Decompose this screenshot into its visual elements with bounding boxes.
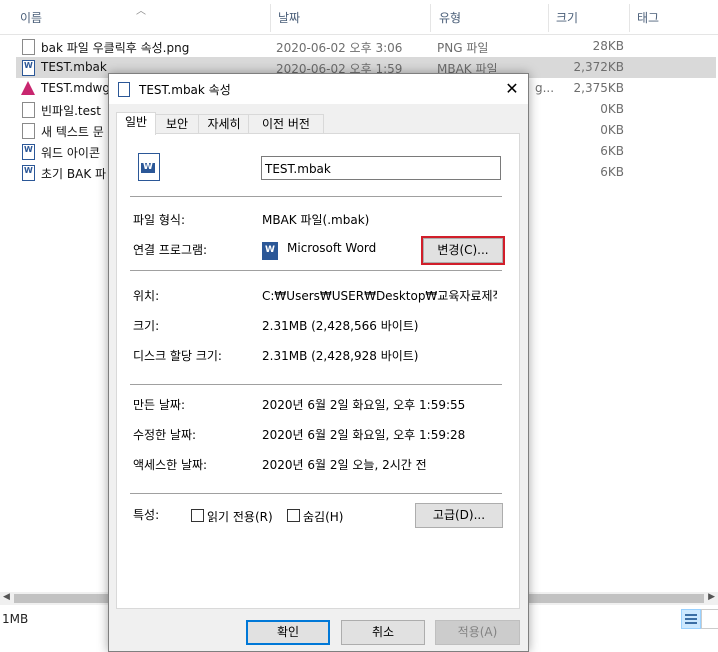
modified-value: 2020년 6월 2일 화요일, 오후 1:59:28 <box>262 428 466 442</box>
tab-security[interactable]: 보안 <box>154 114 200 133</box>
cancel-button[interactable]: 취소 <box>341 620 425 645</box>
column-tags[interactable]: 태그 <box>637 9 659 26</box>
file-type-value: MBAK 파일(.mbak) <box>262 213 370 227</box>
dwg-file-icon <box>21 81 35 95</box>
advanced-button[interactable]: 고급(D)... <box>415 503 503 528</box>
filename-field[interactable]: TEST.mbak <box>261 156 501 180</box>
file-row[interactable]: bak 파일 우클릭후 속성.png 2020-06-02 오후 3:06 PN… <box>16 36 716 57</box>
file-name: TEST.mdwg <box>41 81 110 95</box>
column-date[interactable]: 날짜 <box>278 9 300 26</box>
divider <box>130 270 502 271</box>
status-text: 1MB <box>2 612 29 626</box>
size-on-disk-value: 2.31MB (2,428,928 바이트) <box>262 349 419 363</box>
size-on-disk-label: 디스크 할당 크기: <box>133 349 222 363</box>
scroll-left-icon[interactable]: ◀ <box>3 592 10 602</box>
word-file-icon <box>118 82 130 97</box>
file-name: 빈파일.test <box>41 104 101 118</box>
word-app-icon: W <box>262 242 278 260</box>
created-label: 만든 날짜: <box>133 398 186 412</box>
hidden-label[interactable]: 숨김(H) <box>303 508 343 525</box>
text-file-icon <box>22 123 35 139</box>
file-size: 2,372KB <box>573 60 624 74</box>
general-panel: W TEST.mbak 파일 형식: MBAK 파일(.mbak) 연결 프로그… <box>116 133 520 609</box>
size-label: 크기: <box>133 319 160 333</box>
column-name[interactable]: 이름 <box>20 9 42 26</box>
column-separator[interactable] <box>270 4 271 32</box>
ok-button[interactable]: 확인 <box>246 620 330 645</box>
file-size: 6KB <box>600 144 624 158</box>
file-size: 0KB <box>600 102 624 116</box>
column-separator[interactable] <box>430 4 431 32</box>
readonly-label[interactable]: 읽기 전용(R) <box>207 508 273 525</box>
column-header-bar: ︿ 이름 날짜 유형 크기 태그 <box>0 0 718 35</box>
file-name: bak 파일 우클릭후 속성.png <box>41 41 190 55</box>
column-separator[interactable] <box>548 4 549 32</box>
accessed-label: 액세스한 날짜: <box>133 458 208 472</box>
change-button[interactable]: 변경(C)... <box>421 236 505 265</box>
word-file-icon <box>22 165 35 181</box>
location-value: C:₩Users₩USER₩Desktop₩교육자료제작₩.ba <box>262 289 497 303</box>
file-size: 6KB <box>600 165 624 179</box>
large-icons-view-icon[interactable] <box>701 609 718 629</box>
file-type-label: 파일 형식: <box>133 213 186 227</box>
size-value: 2.31MB (2,428,566 바이트) <box>262 319 419 333</box>
column-separator[interactable] <box>629 4 630 32</box>
divider <box>130 493 502 494</box>
divider <box>130 196 502 197</box>
word-file-icon <box>22 144 35 160</box>
file-size: 28KB <box>592 39 624 53</box>
column-type[interactable]: 유형 <box>439 9 461 26</box>
column-size[interactable]: 크기 <box>556 9 578 26</box>
checkbox-box[interactable] <box>287 509 300 522</box>
scroll-right-icon[interactable]: ▶ <box>708 592 715 602</box>
properties-dialog: TEST.mbak 속성 ✕ 일반 보안 자세히 이전 버전 W TEST.mb… <box>108 73 529 652</box>
file-name: 새 텍스트 문 <box>41 125 104 139</box>
close-icon[interactable]: ✕ <box>496 74 528 104</box>
sort-up-icon: ︿ <box>136 6 146 17</box>
checkbox-box[interactable] <box>191 509 204 522</box>
blank-file-icon <box>22 102 35 118</box>
dialog-titlebar[interactable]: TEST.mbak 속성 ✕ <box>109 74 528 104</box>
file-name: 워드 아이콘 <box>41 146 101 160</box>
file-date: 2020-06-02 오후 3:06 <box>276 41 403 55</box>
divider <box>130 384 502 385</box>
file-name: 초기 BAK 파 <box>41 167 107 181</box>
tab-previous-versions[interactable]: 이전 버전 <box>248 114 324 133</box>
opens-with-label: 연결 프로그램: <box>133 243 208 257</box>
file-size: 0KB <box>600 123 624 137</box>
tab-details[interactable]: 자세히 <box>198 114 250 133</box>
word-file-icon <box>22 60 35 76</box>
opens-with-value: Microsoft Word <box>287 241 377 255</box>
accessed-value: 2020년 6월 2일 오늘, 2시간 전 <box>262 458 427 472</box>
file-type: PNG 파일 <box>437 41 489 55</box>
created-value: 2020년 6월 2일 화요일, 오후 1:59:55 <box>262 398 466 412</box>
attributes-label: 특성: <box>133 508 160 522</box>
word-file-icon: W <box>138 153 160 181</box>
dialog-title: TEST.mbak 속성 <box>139 83 231 97</box>
modified-label: 수정한 날짜: <box>133 428 197 442</box>
tab-general[interactable]: 일반 <box>116 112 156 135</box>
file-name: TEST.mbak <box>41 60 107 74</box>
image-file-icon <box>22 39 35 55</box>
location-label: 위치: <box>133 289 160 303</box>
file-size: 2,375KB <box>573 81 624 95</box>
apply-button[interactable]: 적용(A) <box>435 620 520 645</box>
details-view-icon[interactable] <box>681 609 701 629</box>
